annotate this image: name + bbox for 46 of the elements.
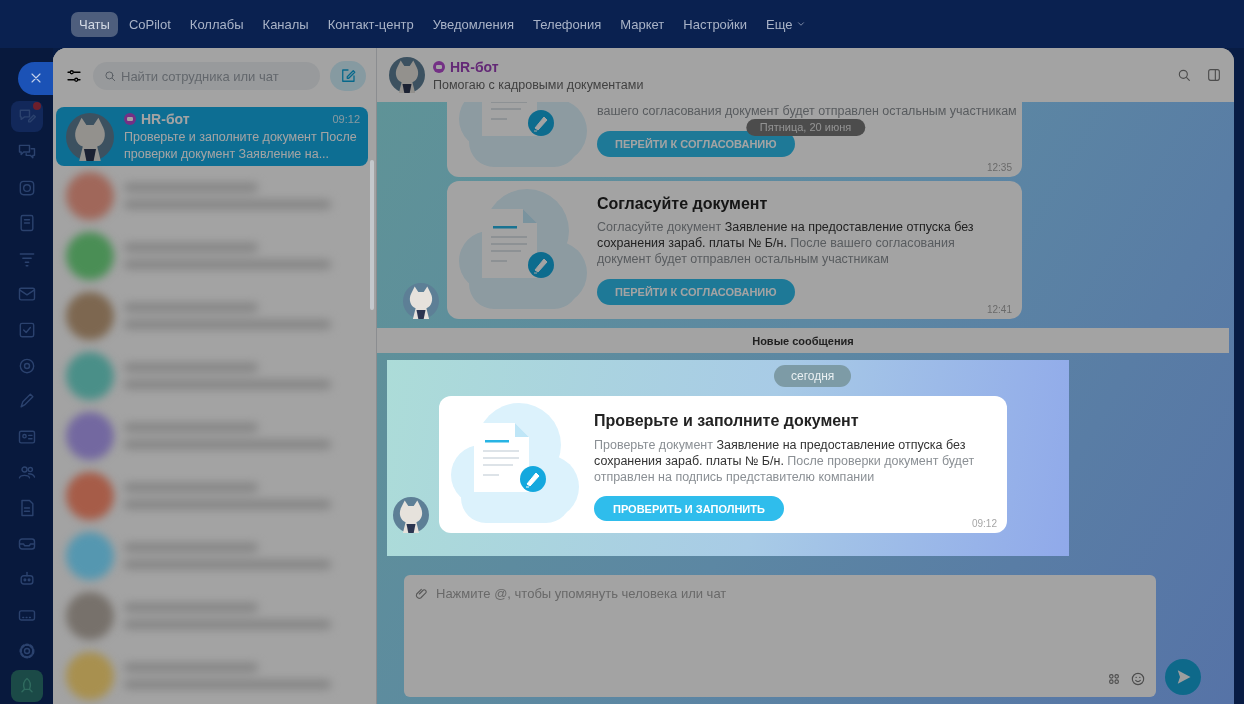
compose-icon: [339, 67, 357, 85]
nav-tab[interactable]: CoPilot: [120, 11, 179, 37]
nav-tab[interactable]: Маркет: [612, 11, 673, 37]
message-time: 12:41: [986, 304, 1012, 315]
message-text: Проверьте документ Заявление на предоставление отпуска без сохранения зараб. платы № Б/н. После проверки документ будет отправлен на подпись представителю компании: [594, 437, 976, 485]
paperclip-icon: [414, 586, 430, 602]
message-title: Согласуйте документ: [597, 194, 769, 214]
date-pill: Пятница, 20 июня: [745, 119, 866, 136]
send-button[interactable]: [1165, 659, 1201, 695]
compose-button[interactable]: [330, 61, 366, 91]
bot-icon: [124, 112, 136, 125]
nav-tab[interactable]: Телефония: [525, 11, 610, 37]
chat-name: HR-бот: [141, 110, 190, 127]
sidebar-button[interactable]: [11, 670, 43, 702]
close-button[interactable]: [18, 62, 53, 95]
nav-tab[interactable]: Настройки: [675, 11, 756, 37]
search-icon: [103, 69, 117, 83]
nav-tab[interactable]: Чаты: [71, 11, 118, 37]
nav-tab[interactable]: Контакт-центр: [319, 11, 422, 37]
document-icon: [17, 213, 37, 234]
nav-tab[interactable]: Еще: [758, 11, 814, 37]
avatar: [389, 57, 425, 93]
apps-icon: [1106, 671, 1122, 687]
bot-icon: [433, 60, 445, 73]
search-icon: [1176, 67, 1192, 83]
message-time: 12:35: [986, 162, 1012, 173]
chat-status: Помогаю с кадровыми документами: [433, 77, 644, 92]
emoji-icon: [1130, 671, 1146, 687]
nav-tab[interactable]: Каналы: [254, 11, 317, 37]
message-text: вашего согласования документ будет отправлен остальным участникам: [597, 103, 1017, 119]
nav-tab[interactable]: Коллабы: [181, 11, 252, 37]
panel-icon: [1206, 67, 1222, 83]
filter-icon: [65, 67, 83, 85]
message-time: 09:12: [971, 518, 997, 529]
chat-preview: Проверьте и заполните документ После проверки документ Заявление на...: [124, 128, 358, 163]
date-pill: сегодня: [774, 365, 852, 387]
message-title: Проверьте и заполните документ: [594, 411, 860, 431]
avatar: [393, 497, 429, 533]
nav-tab[interactable]: Уведомления: [424, 11, 523, 37]
chat-title: HR-бот: [450, 58, 499, 75]
message-text: Согласуйте документ Заявление на предоставление отпуска без сохранения зараб. платы № Б/н. После вашего согласования документ будет отправлен остальным участникам: [597, 219, 975, 267]
sidebar-button[interactable]: [11, 100, 43, 133]
chat-time: 09:12: [332, 112, 360, 125]
avatar: [66, 112, 114, 161]
message-input[interactable]: Нажмите @, чтобы упомянуть человека или чат: [404, 575, 1156, 697]
caret-icon: [795, 19, 806, 29]
